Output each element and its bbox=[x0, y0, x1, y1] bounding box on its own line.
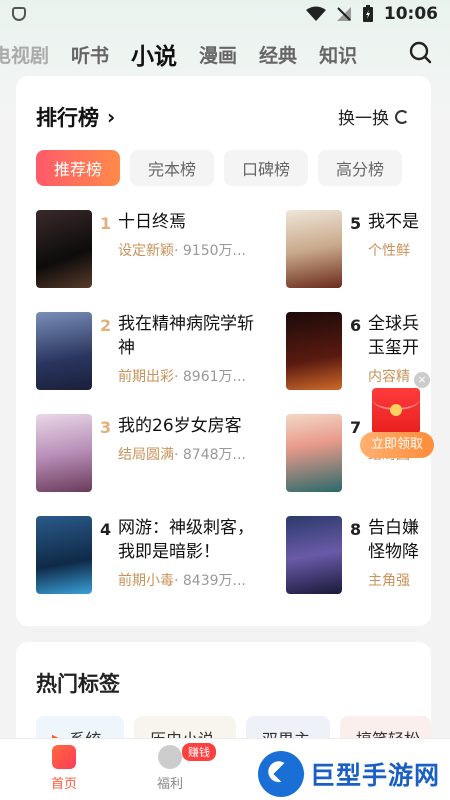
refresh-icon bbox=[395, 109, 409, 124]
book-item[interactable]: 5 我不是 个性鲜 bbox=[286, 210, 424, 290]
book-title: 我不是 bbox=[368, 212, 419, 232]
book-item[interactable]: 8 告白嫌怪物降 主角强 bbox=[286, 516, 424, 596]
book-cover[interactable] bbox=[36, 312, 92, 390]
book-title: 我的26岁女房客 bbox=[118, 416, 242, 436]
book-item[interactable]: 2 我在精神病院学斩神 前期出彩· 8961万... bbox=[36, 312, 268, 392]
book-item[interactable]: 3 我的26岁女房客 结局圆满· 8748万... bbox=[36, 414, 268, 494]
book-tag: 个性鲜 bbox=[368, 243, 410, 259]
battery-icon bbox=[362, 5, 373, 22]
ranking-title: 排行榜 bbox=[36, 106, 99, 130]
chip-recommended[interactable]: 推荐榜 bbox=[36, 150, 121, 186]
book-cover[interactable] bbox=[36, 516, 92, 594]
earn-badge: 赚钱 bbox=[182, 743, 216, 761]
no-signal-icon bbox=[336, 7, 351, 21]
tab-comics[interactable]: 漫画 bbox=[199, 41, 237, 68]
home-icon bbox=[52, 745, 76, 769]
book-cover[interactable] bbox=[286, 312, 342, 390]
book-readers: · 8961万... bbox=[174, 369, 246, 385]
book-cover[interactable] bbox=[286, 516, 342, 594]
book-tag: 前期小毒 bbox=[118, 573, 174, 589]
shield-icon bbox=[12, 7, 26, 21]
tab-novels[interactable]: 小说 bbox=[131, 37, 177, 71]
red-envelope-icon bbox=[372, 388, 420, 434]
book-rank: 5 bbox=[350, 214, 362, 233]
book-rank: 1 bbox=[100, 214, 112, 233]
book-cover[interactable] bbox=[286, 210, 342, 288]
book-title: 全球兵玉玺开 bbox=[368, 314, 419, 358]
watermark-logo-icon bbox=[258, 751, 304, 797]
book-tag: 主角强 bbox=[368, 573, 410, 589]
book-readers: · 9150万... bbox=[174, 243, 246, 259]
tab-knowledge[interactable]: 知识 bbox=[319, 41, 357, 68]
chevron-right-icon: › bbox=[107, 105, 116, 129]
chip-completed[interactable]: 完本榜 bbox=[130, 150, 215, 186]
book-title: 十日终焉 bbox=[118, 212, 186, 232]
search-icon[interactable] bbox=[408, 40, 432, 64]
status-bar: 10:06 bbox=[0, 0, 450, 28]
red-packet-widget[interactable]: × 立即领取 bbox=[360, 372, 434, 462]
ranking-card: 排行榜 › 换一换 推荐榜 完本榜 口碑榜 高分榜 1 十日终焉 设定新颖· 9… bbox=[16, 76, 431, 626]
book-tag: 设定新颖 bbox=[118, 243, 174, 259]
watermark: 巨型手游网 bbox=[258, 748, 450, 800]
book-tag: 前期出彩 bbox=[118, 369, 174, 385]
book-cover[interactable] bbox=[286, 414, 342, 492]
claim-now-button[interactable]: 立即领取 bbox=[360, 432, 434, 458]
book-title: 我在精神病院学斩神 bbox=[118, 314, 254, 358]
hot-tags-title: 热门标签 bbox=[36, 672, 120, 696]
swap-label: 换一换 bbox=[338, 109, 389, 129]
book-tag: 结局圆满 bbox=[118, 447, 174, 463]
close-icon[interactable]: × bbox=[414, 372, 430, 388]
book-item[interactable]: 1 十日终焉 设定新颖· 9150万... bbox=[36, 210, 268, 290]
tab-classics[interactable]: 经典 bbox=[259, 41, 297, 68]
book-cover[interactable] bbox=[36, 414, 92, 492]
ranking-header[interactable]: 排行榜 › bbox=[36, 102, 115, 132]
clock: 10:06 bbox=[383, 4, 438, 24]
tab-home-label: 首页 bbox=[50, 777, 77, 792]
book-title: 网游：神级刺客，我即是暗影！ bbox=[118, 518, 254, 562]
watermark-text: 巨型手游网 bbox=[310, 761, 441, 790]
book-cover[interactable] bbox=[36, 210, 92, 288]
book-readers: · 8439万... bbox=[174, 573, 246, 589]
chip-reputation[interactable]: 口碑榜 bbox=[224, 150, 309, 186]
book-rank: 8 bbox=[350, 520, 362, 539]
ranking-chips: 推荐榜 完本榜 口碑榜 高分榜 bbox=[36, 150, 403, 186]
book-rank: 3 bbox=[100, 418, 112, 437]
book-title: 告白嫌怪物降 bbox=[368, 518, 419, 562]
book-item[interactable]: 4 网游：神级刺客，我即是暗影！ 前期小毒· 8439万... bbox=[36, 516, 268, 596]
tab-welfare-label: 福利 bbox=[156, 777, 183, 792]
wifi-icon bbox=[305, 6, 326, 21]
tab-home[interactable]: 首页 bbox=[34, 745, 94, 792]
swap-button[interactable]: 换一换 bbox=[338, 104, 409, 129]
welfare-icon bbox=[158, 745, 182, 769]
book-rank: 4 bbox=[100, 520, 112, 539]
tab-audiobooks[interactable]: 听书 bbox=[71, 41, 109, 68]
tab-tv-series[interactable]: 电视剧 bbox=[0, 41, 49, 68]
book-rank: 2 bbox=[100, 316, 112, 335]
chip-high-score[interactable]: 高分榜 bbox=[318, 150, 403, 186]
book-readers: · 8748万... bbox=[174, 447, 246, 463]
top-nav: 电视剧 听书 小说 漫画 经典 知识 bbox=[0, 32, 450, 76]
